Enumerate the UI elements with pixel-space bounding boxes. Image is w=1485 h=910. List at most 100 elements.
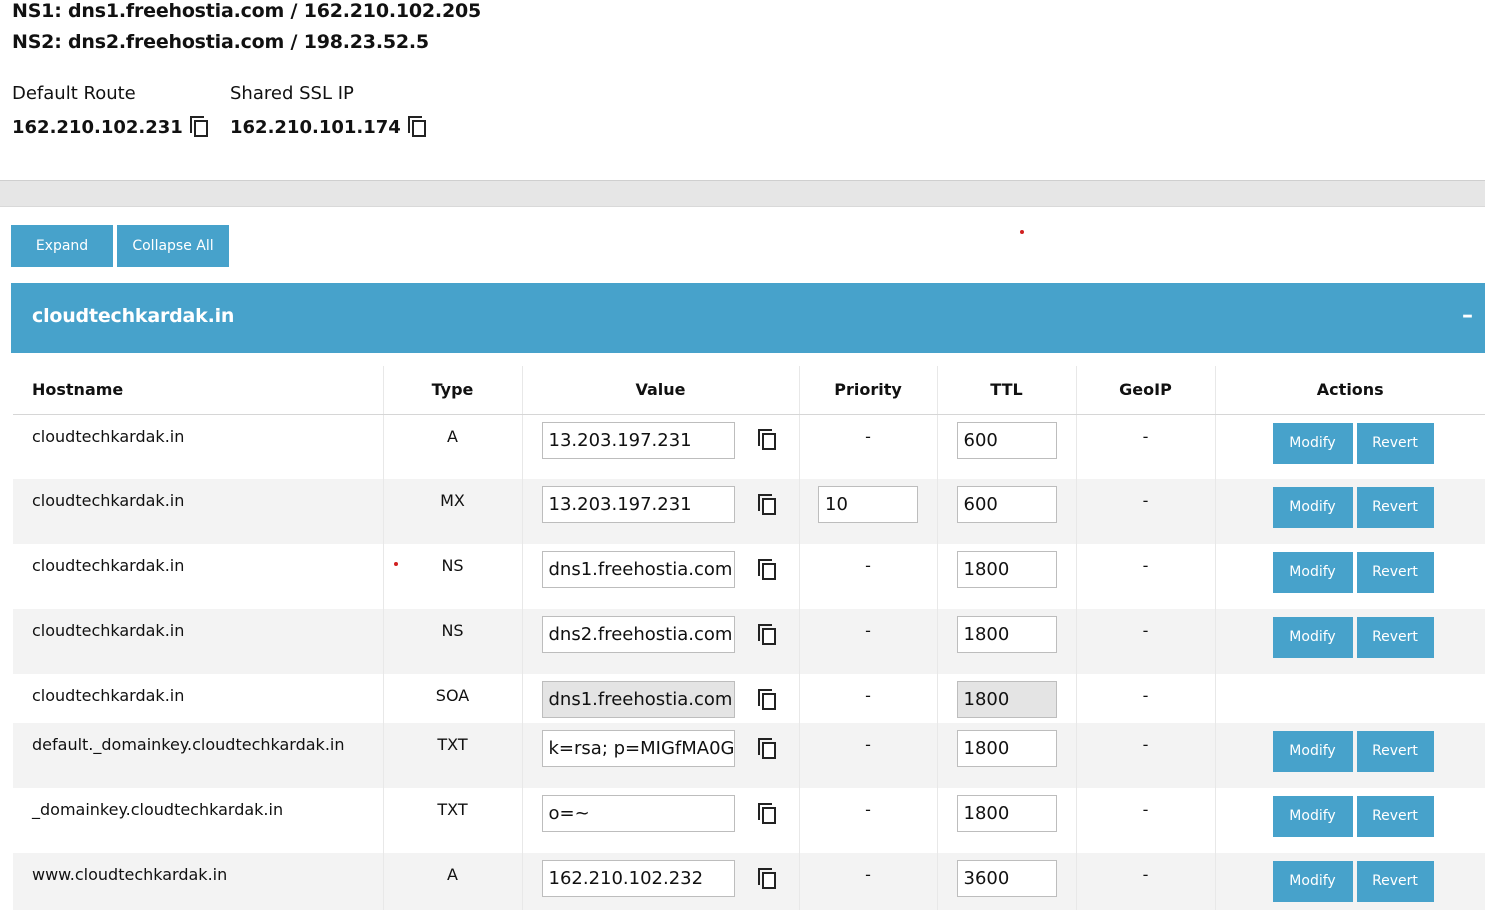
copy-icon[interactable] (757, 802, 779, 826)
shared-ssl-value: 162.210.101.174 (230, 116, 401, 138)
priority-cell: - (799, 609, 938, 674)
ns2-line: NS2: dns2.freehostia.com / 198.23.52.5 (12, 31, 429, 53)
red-dot-marker (1020, 230, 1024, 234)
ttl-cell: 1800 (937, 609, 1077, 674)
value-input[interactable]: dns2.freehostia.com (541, 616, 735, 653)
actions-cell: Modify Revert (1215, 788, 1485, 853)
column-header-ttl: TTL (937, 366, 1077, 415)
priority-input[interactable]: 10 (818, 486, 918, 523)
default-route-value: 162.210.102.231 (12, 116, 183, 138)
copy-icon[interactable] (757, 428, 779, 452)
dns-records-table: Hostname Type Value Priority TTL GeoIP A… (13, 366, 1485, 910)
ttl-cell: 1800 (937, 788, 1077, 853)
ttl-input[interactable]: 1800 (956, 795, 1057, 832)
modify-button[interactable]: Modify (1272, 422, 1353, 464)
ttl-cell: 1800 (937, 544, 1077, 609)
revert-button[interactable]: Revert (1356, 731, 1434, 772)
copy-icon[interactable] (757, 558, 779, 582)
ttl-input[interactable]: 1800 (956, 551, 1057, 588)
type-cell: NS (383, 544, 523, 609)
value-input[interactable]: 13.203.197.231 (541, 486, 735, 523)
value-input[interactable]: o=~ (541, 795, 735, 832)
modify-button[interactable]: Modify (1272, 487, 1353, 528)
geoip-cell: - (1076, 788, 1216, 853)
priority-dash: - (865, 686, 871, 705)
hostname-cell: cloudtechkardak.in (13, 544, 384, 609)
priority-dash: - (865, 800, 871, 819)
ttl-input-disabled: 1800 (956, 681, 1057, 718)
table-header-row: Hostname Type Value Priority TTL GeoIP A… (13, 366, 1485, 415)
ttl-input[interactable]: 1800 (956, 730, 1057, 767)
ttl-cell: 1800 (937, 674, 1077, 723)
geoip-cell: - (1076, 723, 1216, 788)
copy-icon[interactable] (757, 623, 779, 647)
actions-cell: Modify Revert (1215, 544, 1485, 609)
ttl-input[interactable]: 1800 (956, 616, 1057, 653)
actions-cell: Modify Revert (1215, 479, 1485, 544)
copy-icon[interactable] (189, 115, 211, 139)
actions-cell: Modify Revert (1215, 723, 1485, 788)
modify-button[interactable]: Modify (1272, 731, 1353, 772)
value-input[interactable]: k=rsa; p=MIGfMA0GCSqGSIb3DQEBAQUAA4GN (541, 730, 735, 767)
actions-cell: Modify Revert (1215, 853, 1485, 910)
value-input[interactable]: 13.203.197.231 (541, 421, 735, 459)
ttl-input[interactable]: 600 (956, 486, 1057, 523)
value-input[interactable]: 162.210.102.232 (541, 860, 735, 897)
hostname-cell: default._domainkey.cloudtechkardak.in (13, 723, 384, 788)
value-cell: dns2.freehostia.com (522, 609, 800, 674)
modify-button[interactable]: Modify (1272, 617, 1353, 658)
hostname-cell: cloudtechkardak.in (13, 414, 384, 479)
priority-dash: - (865, 621, 871, 640)
collapse-all-button[interactable]: Collapse All (117, 225, 229, 267)
revert-button[interactable]: Revert (1356, 861, 1434, 902)
value-cell: k=rsa; p=MIGfMA0GCSqGSIb3DQEBAQUAA4GN (522, 723, 800, 788)
red-dot-marker (394, 562, 398, 566)
modify-button[interactable]: Modify (1272, 796, 1353, 837)
hostname-cell: cloudtechkardak.in (13, 609, 384, 674)
copy-icon[interactable] (757, 493, 779, 517)
copy-icon[interactable] (757, 867, 779, 891)
priority-dash: - (865, 735, 871, 754)
revert-button[interactable]: Revert (1356, 617, 1434, 658)
type-cell: MX (383, 479, 523, 544)
ttl-cell: 600 (937, 414, 1077, 479)
copy-icon[interactable] (757, 688, 779, 712)
priority-cell: - (799, 853, 938, 910)
modify-button[interactable]: Modify (1272, 861, 1353, 902)
revert-button[interactable]: Revert (1356, 487, 1434, 528)
copy-icon[interactable] (757, 737, 779, 761)
priority-cell: - (799, 544, 938, 609)
hostname-cell: cloudtechkardak.in (13, 479, 384, 544)
type-cell: TXT (383, 788, 523, 853)
column-header-actions: Actions (1215, 366, 1485, 415)
value-cell: dns1.freehostia.com (522, 544, 800, 609)
geoip-cell: - (1076, 479, 1216, 544)
priority-dash: - (865, 426, 871, 446)
revert-button[interactable]: Revert (1356, 796, 1434, 837)
table-row: cloudtechkardak.in SOA dns1.freehostia.c… (13, 674, 1485, 723)
modify-button[interactable]: Modify (1272, 552, 1353, 593)
column-header-hostname: Hostname (13, 366, 384, 415)
value-input-disabled: dns1.freehostia.com (541, 681, 735, 718)
ttl-input[interactable]: 600 (956, 421, 1057, 459)
collapse-toggle-icon[interactable]: – (1462, 303, 1473, 328)
column-header-priority: Priority (799, 366, 938, 415)
revert-button[interactable]: Revert (1356, 422, 1434, 464)
default-route-label: Default Route (12, 83, 136, 104)
ttl-input[interactable]: 3600 (956, 860, 1057, 897)
table-row: www.cloudtechkardak.in A 162.210.102.232… (13, 853, 1485, 910)
expand-all-button[interactable]: Expand all (11, 225, 113, 296)
shared-ssl-value-row: 162.210.101.174 (230, 115, 429, 139)
value-cell: dns1.freehostia.com (522, 674, 800, 723)
copy-icon[interactable] (407, 115, 429, 139)
priority-cell: - (799, 723, 938, 788)
column-header-type: Type (383, 366, 523, 415)
type-cell: TXT (383, 723, 523, 788)
priority-cell: - (799, 414, 938, 479)
revert-button[interactable]: Revert (1356, 552, 1434, 593)
type-cell: SOA (383, 674, 523, 723)
domain-panel-header[interactable]: cloudtechkardak.in – (11, 283, 1485, 353)
section-divider-band (0, 180, 1485, 207)
hostname-cell: _domainkey.cloudtechkardak.in (13, 788, 384, 853)
value-input[interactable]: dns1.freehostia.com (541, 551, 735, 588)
